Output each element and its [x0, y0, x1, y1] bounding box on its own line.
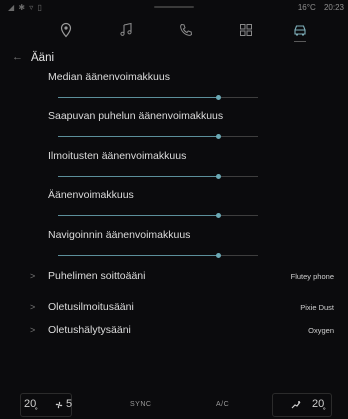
- volume-item-media: Median äänenvoimakkuus: [48, 71, 308, 111]
- tab-music[interactable]: [104, 16, 148, 44]
- slider-knob[interactable]: [216, 213, 221, 218]
- seat-airflow-icon: [291, 401, 301, 409]
- tab-phone[interactable]: [164, 16, 208, 44]
- volume-label: Navigoinnin äänenvoimakkuus: [48, 229, 191, 241]
- row-value: Oxygen: [308, 326, 334, 335]
- chevron-right-icon: >: [30, 271, 36, 281]
- volume-slider[interactable]: [58, 211, 258, 221]
- outside-temperature: 16°C: [297, 3, 316, 12]
- volume-label: Ilmoitusten äänenvoimakkuus: [48, 150, 187, 162]
- status-bar: ◢ ✱ ▿ ▯ 16°C 20:23: [0, 0, 348, 14]
- volume-item-navigation: Navigoinnin äänenvoimakkuus: [48, 229, 308, 269]
- row-label: Oletusilmoitusääni: [48, 301, 134, 313]
- fan-level[interactable]: 5: [66, 398, 72, 410]
- slider-fill: [58, 215, 218, 216]
- notification-sound-row[interactable]: > Oletusilmoitusääni Pixie Dust: [0, 297, 348, 319]
- status-handle: [154, 6, 194, 8]
- car-icon: [294, 25, 306, 36]
- tab-vehicle[interactable]: [278, 16, 322, 44]
- phone-icon: [180, 23, 193, 36]
- ac-button[interactable]: A/C: [216, 401, 229, 408]
- slider-fill: [58, 176, 218, 177]
- fan-icon: [55, 401, 63, 409]
- volume-item-general: Äänenvoimakkuus: [48, 189, 308, 229]
- volume-item-incoming-call: Saapuvan puhelun äänenvoimakkuus: [48, 110, 308, 150]
- volume-label: Median äänenvoimakkuus: [48, 71, 170, 83]
- slider-knob[interactable]: [216, 253, 221, 258]
- alarm-sound-row[interactable]: > Oletushälytysääni Oxygen: [0, 320, 348, 342]
- chevron-right-icon: >: [30, 302, 36, 312]
- slider-fill: [58, 255, 218, 256]
- location-pin-icon: [60, 22, 72, 38]
- status-icons: ◢ ✱ ▿ ▯: [8, 3, 43, 12]
- left-temperature[interactable]: 20̥: [24, 398, 36, 410]
- climate-bar: 20̥ 5 SYNC A/C 20̥: [0, 389, 348, 419]
- tab-apps[interactable]: [224, 16, 268, 44]
- status-right: 16°C 20:23: [292, 3, 344, 12]
- volume-slider[interactable]: [58, 93, 258, 103]
- slider-fill: [58, 97, 218, 98]
- row-label: Puhelimen soittoääni: [48, 270, 146, 282]
- back-arrow-icon[interactable]: ←: [12, 51, 23, 63]
- clock: 20:23: [323, 3, 344, 12]
- tab-navigation[interactable]: [44, 16, 88, 44]
- volume-label: Äänenvoimakkuus: [48, 189, 134, 201]
- row-value: Pixie Dust: [300, 303, 334, 312]
- page-header: ← Ääni: [0, 48, 348, 70]
- slider-knob[interactable]: [216, 95, 221, 100]
- volume-slider[interactable]: [58, 132, 258, 142]
- volume-slider[interactable]: [58, 251, 258, 261]
- right-temperature[interactable]: 20̥: [312, 398, 324, 410]
- row-value: Flutey phone: [290, 272, 334, 281]
- top-nav: [0, 16, 348, 44]
- chevron-right-icon: >: [30, 325, 36, 335]
- slider-knob[interactable]: [216, 174, 221, 179]
- page-title: Ääni: [31, 52, 55, 64]
- slider-fill: [58, 136, 218, 137]
- sync-button[interactable]: SYNC: [130, 401, 151, 408]
- music-note-icon: [120, 22, 132, 36]
- volume-slider[interactable]: [58, 172, 258, 182]
- volume-item-notifications: Ilmoitusten äänenvoimakkuus: [48, 150, 308, 190]
- slider-knob[interactable]: [216, 134, 221, 139]
- ringtone-row[interactable]: > Puhelimen soittoääni Flutey phone: [0, 266, 348, 288]
- row-label: Oletushälytysääni: [48, 324, 131, 336]
- volume-label: Saapuvan puhelun äänenvoimakkuus: [48, 110, 224, 122]
- apps-grid-icon: [240, 24, 252, 36]
